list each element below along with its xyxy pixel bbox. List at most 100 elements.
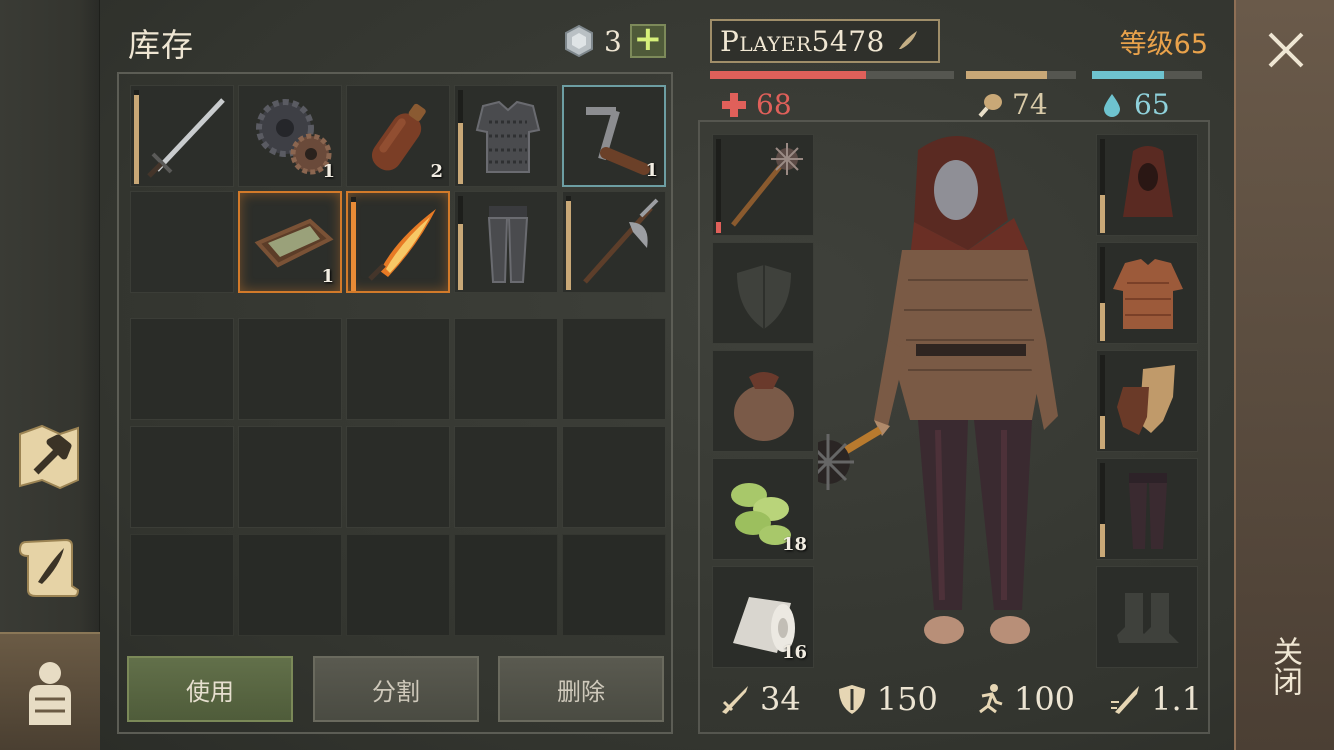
inventory-slot-23[interactable] <box>346 534 450 636</box>
attack-speed-value: 1.1 <box>1151 680 1202 718</box>
water-bar <box>1092 71 1202 79</box>
inventory-slot-2[interactable]: 1 <box>238 85 342 187</box>
scroll-quill-icon <box>18 538 80 597</box>
inventory-slot-10[interactable] <box>562 191 666 293</box>
inventory-slot-20[interactable] <box>562 426 666 528</box>
crafting-tab[interactable] <box>6 414 92 500</box>
weapon-slot[interactable] <box>712 134 814 236</box>
meat-leg-icon <box>978 93 1002 117</box>
inventory-slot-9[interactable] <box>454 191 558 293</box>
inventory-slot-15[interactable] <box>562 318 666 420</box>
close-icon[interactable] <box>1264 28 1308 72</box>
chest-slot[interactable] <box>1096 242 1198 344</box>
health-cross-icon <box>722 92 746 117</box>
defense-value: 150 <box>876 680 938 718</box>
inventory-slot-24[interactable] <box>454 534 558 636</box>
health-value: 68 <box>756 88 792 121</box>
inventory-slot-14[interactable] <box>454 318 558 420</box>
inventory-slot-4[interactable] <box>454 85 558 187</box>
close-panel[interactable]: 关闭 <box>1234 0 1334 750</box>
cloth-slot[interactable]: 16 <box>712 566 814 668</box>
gem-count: 3 <box>604 24 622 58</box>
inventory-slot-16[interactable] <box>130 426 234 528</box>
character-backpack-icon <box>29 662 71 725</box>
shield-slot[interactable] <box>712 242 814 344</box>
sack-icon <box>734 372 794 441</box>
food-bar <box>966 71 1076 79</box>
food-value: 74 <box>1012 88 1048 121</box>
main-panel: 库存 3 + 1 2 1 1 使用 分割 删除 Player5478 等级65 … <box>100 0 1234 750</box>
water-stat: 65 <box>1098 88 1170 121</box>
item-quantity: 1 <box>322 161 335 182</box>
item-quantity: 16 <box>781 642 807 663</box>
shield-placeholder-icon <box>737 265 791 329</box>
chainmail-leggings-icon <box>487 206 529 283</box>
inventory-slot-25[interactable] <box>562 534 666 636</box>
inventory-slot-5[interactable]: 1 <box>562 85 666 187</box>
use-button[interactable]: 使用 <box>127 656 293 722</box>
inventory-frame: 1 2 1 1 <box>117 72 673 734</box>
close-label: 关闭 <box>1267 636 1302 696</box>
head-slot[interactable] <box>1096 134 1198 236</box>
inventory-slot-17[interactable] <box>238 426 342 528</box>
herb-slot[interactable]: 18 <box>712 458 814 560</box>
character-tab[interactable] <box>0 632 100 750</box>
attack-speed-icon <box>1111 686 1140 714</box>
gem-icon <box>565 24 593 58</box>
gem-counter: 3 + <box>562 22 666 58</box>
player-level: 等级65 <box>1119 29 1208 60</box>
split-button[interactable]: 分割 <box>313 656 479 722</box>
item-quantity: 1 <box>321 266 334 287</box>
inventory-slot-1[interactable] <box>130 85 234 187</box>
defense-shield-icon <box>838 685 865 714</box>
longsword-icon <box>147 98 225 178</box>
inventory-slot-22[interactable] <box>238 534 342 636</box>
flaming-sword-icon <box>368 209 436 281</box>
padded-jacket-icon <box>1113 259 1183 329</box>
item-quantity: 18 <box>781 534 807 555</box>
inventory-slot-11[interactable] <box>130 318 234 420</box>
inventory-title: 库存 <box>128 26 195 64</box>
player-name-box[interactable]: Player5478 <box>710 19 940 63</box>
food-stat: 74 <box>976 88 1048 121</box>
speed-stat: 100 <box>972 680 1075 718</box>
bag-slot[interactable] <box>712 350 814 452</box>
inventory-slot-13[interactable] <box>346 318 450 420</box>
inventory-slot-7[interactable]: 1 <box>238 191 342 293</box>
water-drop-icon <box>1104 93 1120 117</box>
hands-slot[interactable] <box>1096 350 1198 452</box>
inventory-slot-18[interactable] <box>346 426 450 528</box>
defense-stat: 150 <box>835 680 938 718</box>
boots-placeholder-icon <box>1117 593 1179 643</box>
delete-button[interactable]: 删除 <box>498 656 664 722</box>
character-model <box>818 136 1058 644</box>
attack-stat: 34 <box>718 680 801 718</box>
hood-icon <box>1123 146 1173 217</box>
water-value: 65 <box>1134 88 1170 121</box>
inventory-slot-19[interactable] <box>454 426 558 528</box>
attack-sword-icon <box>722 686 748 714</box>
inventory-slot-12[interactable] <box>238 318 342 420</box>
add-gems-button[interactable]: + <box>629 22 666 58</box>
inventory-slot-6[interactable] <box>130 191 234 293</box>
side-rail <box>0 0 100 750</box>
inventory-slot-3[interactable]: 2 <box>346 85 450 187</box>
leather-gloves-icon <box>1117 365 1175 435</box>
running-figure-icon <box>979 684 1003 714</box>
chainmail-armor-icon <box>475 100 541 173</box>
item-quantity: 2 <box>430 161 443 182</box>
legs-slot[interactable] <box>1096 458 1198 560</box>
attack-value: 34 <box>760 680 801 718</box>
speed-value: 100 <box>1013 680 1076 718</box>
inventory-slot-21[interactable] <box>130 534 234 636</box>
feet-slot[interactable] <box>1096 566 1198 668</box>
inventory-slot-8[interactable] <box>346 191 450 293</box>
spiked-mace-icon <box>731 143 803 227</box>
halberd-icon <box>583 198 659 284</box>
trousers-icon <box>1129 473 1167 549</box>
player-name: Player5478 <box>720 24 885 58</box>
journal-tab[interactable] <box>6 524 92 610</box>
health-stat: 68 <box>720 88 792 121</box>
attack-speed-stat: 1.1 <box>1109 680 1202 718</box>
item-quantity: 1 <box>645 160 658 181</box>
